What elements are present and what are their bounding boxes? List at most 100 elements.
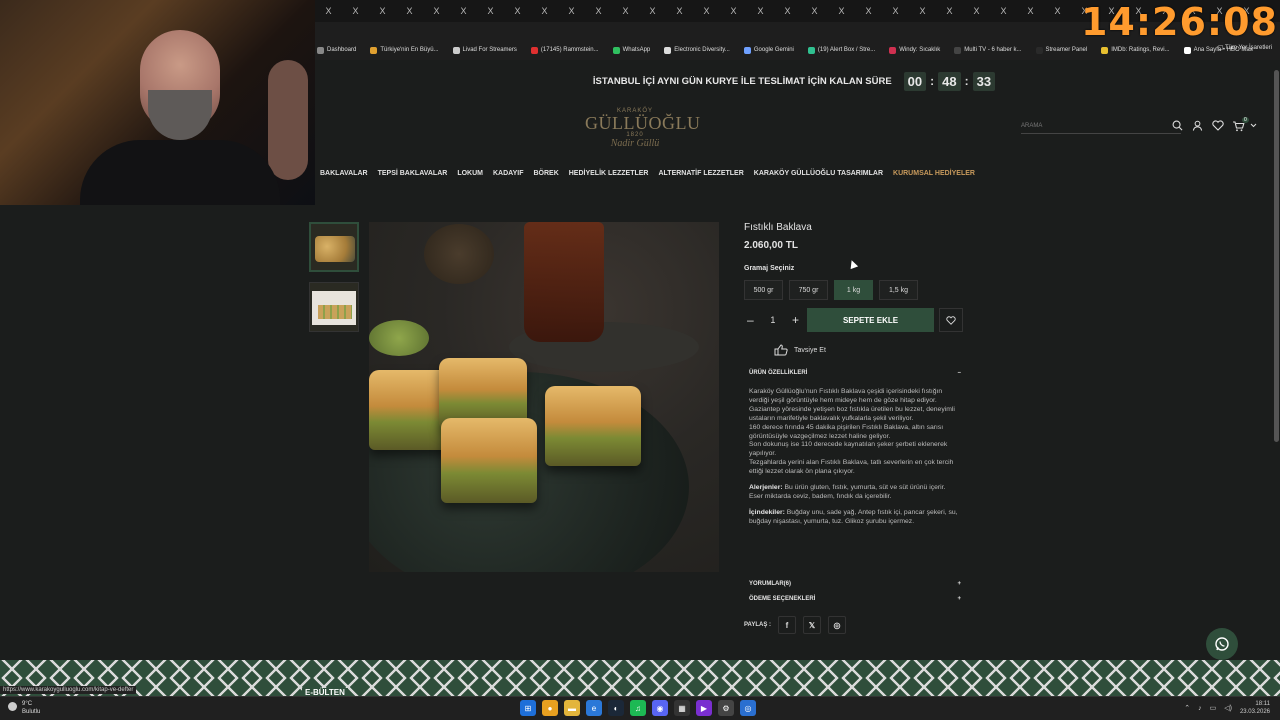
browser-tab[interactable]: X (315, 6, 342, 16)
browser-tab[interactable]: X (504, 6, 531, 16)
nav-item[interactable]: KARAKÖY GÜLLÜOĞLU TASARIMLAR (754, 170, 883, 177)
browser-tab[interactable]: X (585, 6, 612, 16)
page-scrollbar[interactable] (1273, 60, 1280, 660)
file-explorer-icon[interactable]: ▬ (564, 700, 580, 716)
browser-tab[interactable]: X (693, 6, 720, 16)
browser-tab[interactable]: X (477, 6, 504, 16)
search-icon[interactable] (1172, 120, 1183, 131)
nav-item[interactable]: BÖREK (533, 170, 558, 177)
browser-tab[interactable]: X (882, 6, 909, 16)
main-navigation: BAKLAVALAR TEPSİ BAKLAVALAR LOKUM KADAYIF BÖ… (320, 170, 975, 177)
quantity-value[interactable]: 1 (770, 315, 775, 325)
bookmark-item[interactable]: Dashboard (317, 46, 356, 54)
payment-options-section[interactable]: ÖDEME SEÇENEKLERİ + (749, 596, 961, 602)
browser-tab[interactable]: X (342, 6, 369, 16)
taskbar-clock[interactable]: 18:11 23.03.2026 (1240, 700, 1270, 716)
bookmark-item[interactable]: Google Gemini (743, 46, 794, 54)
browser-tab[interactable]: X (639, 6, 666, 16)
reviews-header[interactable]: YORUMLAR(6) + (749, 581, 961, 587)
volume-icon[interactable]: ◁) (1224, 704, 1232, 712)
steam-icon[interactable]: ◐ (608, 700, 624, 716)
browser-tab[interactable]: X (720, 6, 747, 16)
share-label: PAYLAŞ : (744, 622, 772, 628)
spotify-icon[interactable]: ♫ (630, 700, 646, 716)
browser-tab[interactable]: X (747, 6, 774, 16)
browser-tab[interactable]: X (936, 6, 963, 16)
whatsapp-chat-button[interactable] (1206, 628, 1238, 660)
browser-tab[interactable]: X (1044, 6, 1071, 16)
whatsapp-share-button[interactable]: ◎ (828, 616, 847, 634)
facebook-share-button[interactable]: f (778, 616, 797, 634)
thumbnail-baklava-plate[interactable] (309, 222, 359, 272)
bookmark-item[interactable]: Electronic Diversity... (664, 46, 730, 54)
browser-tab[interactable]: X (558, 6, 585, 16)
browser-tab[interactable]: X (855, 6, 882, 16)
weather-widget[interactable]: 9°C Bulutlu (8, 700, 40, 716)
bookmark-item[interactable]: (19) Alert Box / Stre... (807, 46, 875, 54)
weight-option-button[interactable]: 1 kg (834, 280, 873, 300)
edge-icon[interactable]: e (586, 700, 602, 716)
all-bookmarks-button[interactable]: ▢ Tüm Yer İşaretleri (1218, 44, 1272, 51)
browser-tab[interactable]: X (909, 6, 936, 16)
settings-icon[interactable]: ⚙ (718, 700, 734, 716)
site-logo[interactable]: KARAKÖY GÜLLÜOĞLU 1820 Nadir Güllü (585, 108, 700, 158)
bookmark-item[interactable]: Multi TV - 6 haber k... (954, 46, 1022, 54)
weight-option-button[interactable]: 750 gr (789, 280, 828, 300)
chrome-icon[interactable]: ● (542, 700, 558, 716)
mic-icon[interactable]: ♪ (1198, 705, 1202, 712)
reviews-section[interactable]: YORUMLAR(6) + (749, 581, 961, 587)
chevron-down-icon[interactable] (1250, 123, 1257, 128)
nav-item[interactable]: ALTERNATİF LEZZETLER (658, 170, 743, 177)
nav-item[interactable]: HEDİYELİK LEZZETLER (569, 170, 649, 177)
browser-tab[interactable]: X (396, 6, 423, 16)
browser-tab[interactable]: X (990, 6, 1017, 16)
bookmark-item[interactable]: Livad For Streamers (452, 46, 517, 54)
discord-icon[interactable]: ◉ (652, 700, 668, 716)
scrollbar-thumb[interactable] (1274, 70, 1279, 442)
add-to-cart-button[interactable]: SEPETE EKLE (807, 308, 934, 332)
payment-options-header[interactable]: ÖDEME SEÇENEKLERİ + (749, 596, 961, 602)
bookmark-item[interactable]: (17145) Rammstein... (530, 46, 599, 54)
browser-tab[interactable]: X (369, 6, 396, 16)
recommend-button[interactable]: Tavsiye Et (774, 344, 974, 356)
browser-tab[interactable]: X (666, 6, 693, 16)
network-icon[interactable]: ▭ (1210, 704, 1217, 712)
bookmark-item[interactable]: Streamer Panel (1035, 46, 1087, 54)
increase-quantity-button[interactable]: + (792, 313, 799, 327)
chevron-up-icon[interactable]: ⌃ (1184, 704, 1190, 712)
app-icon[interactable]: ▦ (674, 700, 690, 716)
decrease-quantity-button[interactable]: – (747, 313, 754, 327)
thumbnail-baklava-box[interactable] (309, 282, 359, 332)
product-main-image[interactable] (369, 222, 719, 572)
bookmark-item[interactable]: IMDb: Ratings, Revi... (1101, 46, 1170, 54)
weight-option-button[interactable]: 1,5 kg (879, 280, 918, 300)
windows-start-icon[interactable]: ⊞ (520, 700, 536, 716)
browser-icon[interactable]: ◎ (740, 700, 756, 716)
browser-tab[interactable]: X (774, 6, 801, 16)
browser-tab[interactable]: X (531, 6, 558, 16)
browser-tab[interactable]: X (828, 6, 855, 16)
bookmark-item[interactable]: WhatsApp (612, 46, 650, 54)
x-share-button[interactable]: 𝕏 (803, 616, 822, 634)
browser-tab[interactable]: X (801, 6, 828, 16)
bookmark-item[interactable]: Türkiye'nin En Büyü... (370, 46, 439, 54)
nav-item[interactable]: KADAYIF (493, 170, 523, 177)
search-input[interactable]: ARAMA (1021, 120, 1181, 134)
browser-tab[interactable]: X (612, 6, 639, 16)
nav-item[interactable]: KURUMSAL HEDİYELER (893, 170, 975, 177)
nav-item[interactable]: TEPSİ BAKLAVALAR (378, 170, 448, 177)
stream-app-icon[interactable]: ▶ (696, 700, 712, 716)
product-features-header[interactable]: ÜRÜN ÖZELLİKLERİ – (749, 370, 961, 376)
add-to-wishlist-button[interactable] (939, 308, 963, 332)
heart-icon[interactable] (1212, 120, 1224, 131)
bookmark-item[interactable]: Windy: Sıcaklık (889, 46, 940, 54)
browser-tab[interactable]: X (423, 6, 450, 16)
user-icon[interactable] (1192, 120, 1203, 131)
quantity-stepper: – 1 + (744, 308, 802, 332)
browser-tab[interactable]: X (963, 6, 990, 16)
nav-item[interactable]: LOKUM (457, 170, 483, 177)
nav-item[interactable]: BAKLAVALAR (320, 170, 368, 177)
browser-tab[interactable]: X (1017, 6, 1044, 16)
browser-tab[interactable]: X (450, 6, 477, 16)
weight-option-button[interactable]: 500 gr (744, 280, 783, 300)
